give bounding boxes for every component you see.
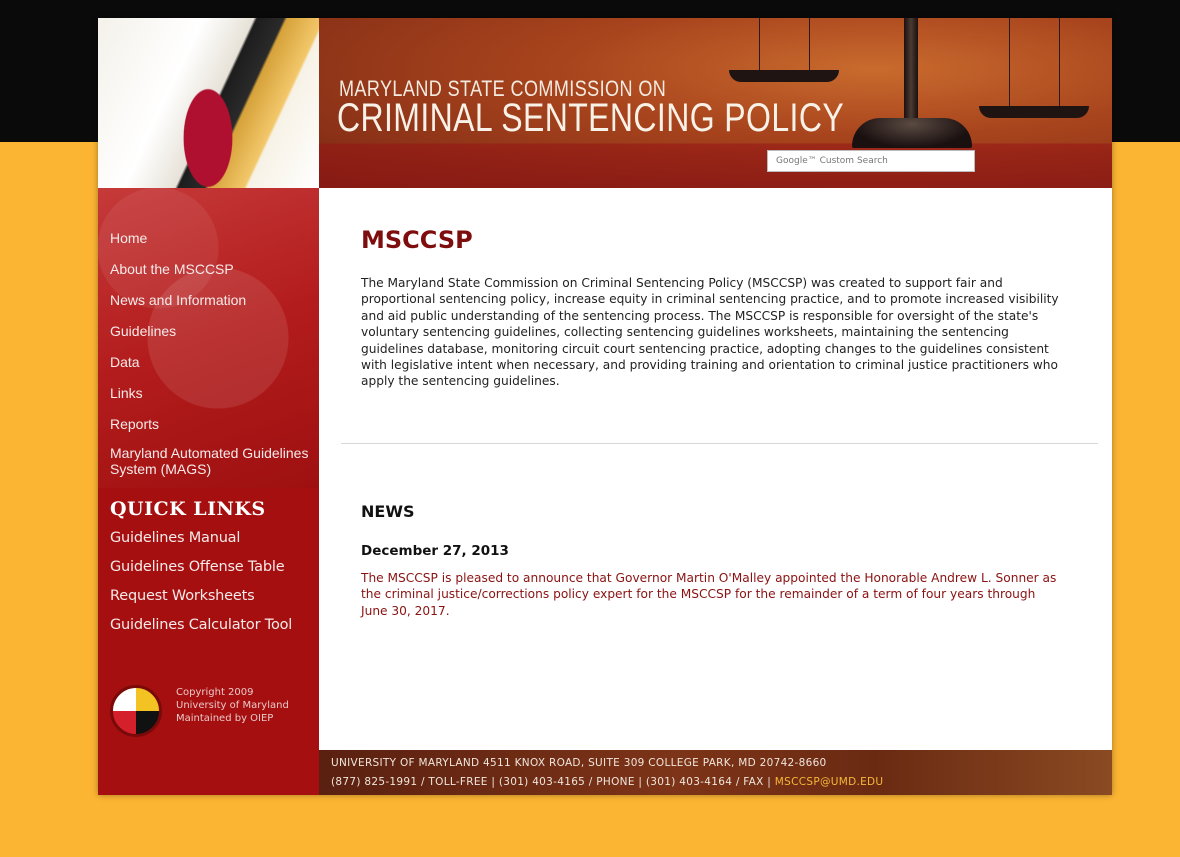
quick-link-guidelines-manual[interactable]: Guidelines Manual xyxy=(110,530,292,546)
nav-item-reports[interactable]: Reports xyxy=(110,416,310,432)
copyright-notice: Copyright 2009 University of Maryland Ma… xyxy=(176,686,289,725)
page-title: MSCCSP xyxy=(361,226,473,254)
scales-of-justice-pole xyxy=(904,18,918,128)
quick-link-offense-table[interactable]: Guidelines Offense Table xyxy=(110,559,292,575)
footer: UNIVERSITY OF MARYLAND 4511 KNOX ROAD, S… xyxy=(319,750,1112,795)
section-divider xyxy=(341,443,1098,444)
nav-item-mags[interactable]: Maryland Automated Guidelines System (MA… xyxy=(110,445,310,477)
intro-paragraph: The Maryland State Commission on Crimina… xyxy=(361,276,1059,389)
nav-item-guidelines[interactable]: Guidelines xyxy=(110,323,310,339)
quick-links-heading: QUICK LINKS xyxy=(110,498,266,520)
sidebar: Home About the MSCCSP News and Informati… xyxy=(98,188,319,795)
custom-search-box[interactable] xyxy=(767,150,975,172)
copyright-line: Maintained by OIEP xyxy=(176,713,274,724)
nav-item-data[interactable]: Data xyxy=(110,354,310,370)
news-date: December 27, 2013 xyxy=(361,543,509,559)
copyright-line: Copyright 2009 xyxy=(176,687,254,698)
main-navigation: Home About the MSCCSP News and Informati… xyxy=(110,230,310,492)
scale-string-decoration xyxy=(809,18,810,72)
quick-link-calculator-tool[interactable]: Guidelines Calculator Tool xyxy=(110,617,292,633)
nav-item-links[interactable]: Links xyxy=(110,385,310,401)
quick-links-list: Guidelines Manual Guidelines Offense Tab… xyxy=(110,530,292,646)
nav-item-home[interactable]: Home xyxy=(110,230,310,246)
main-content: MSCCSP The Maryland State Commission on … xyxy=(319,188,1112,750)
scale-string-decoration xyxy=(1009,18,1010,108)
news-body: The MSCCSP is pleased to announce that G… xyxy=(361,571,1057,618)
scale-string-decoration xyxy=(1059,18,1060,108)
scale-string-decoration xyxy=(759,18,760,72)
site-title: CRIMINAL SENTENCING POLICY xyxy=(337,96,845,140)
header-banner: MARYLAND STATE COMMISSION ON CRIMINAL SE… xyxy=(319,18,1112,188)
maryland-flag-image xyxy=(98,18,319,188)
scales-of-justice-pan-left xyxy=(729,70,839,82)
footer-email-link[interactable]: MSCCSP@UMD.EDU xyxy=(775,776,884,788)
footer-contact: (877) 825-1991 / TOLL-FREE | (301) 403-4… xyxy=(331,776,883,788)
search-input[interactable] xyxy=(774,155,974,167)
news-heading: NEWS xyxy=(361,502,415,521)
copyright-line: University of Maryland xyxy=(176,700,289,711)
page-frame: MARYLAND STATE COMMISSION ON CRIMINAL SE… xyxy=(98,18,1112,795)
footer-phones: (877) 825-1991 / TOLL-FREE | (301) 403-4… xyxy=(331,776,775,788)
nav-item-news[interactable]: News and Information xyxy=(110,292,310,308)
quick-link-request-worksheets[interactable]: Request Worksheets xyxy=(110,588,292,604)
scales-of-justice-pan-right xyxy=(979,106,1089,118)
footer-address: UNIVERSITY OF MARYLAND 4511 KNOX ROAD, S… xyxy=(331,757,827,769)
scales-of-justice-base xyxy=(852,118,972,148)
university-seal-logo xyxy=(110,685,162,737)
nav-item-about[interactable]: About the MSCCSP xyxy=(110,261,310,277)
